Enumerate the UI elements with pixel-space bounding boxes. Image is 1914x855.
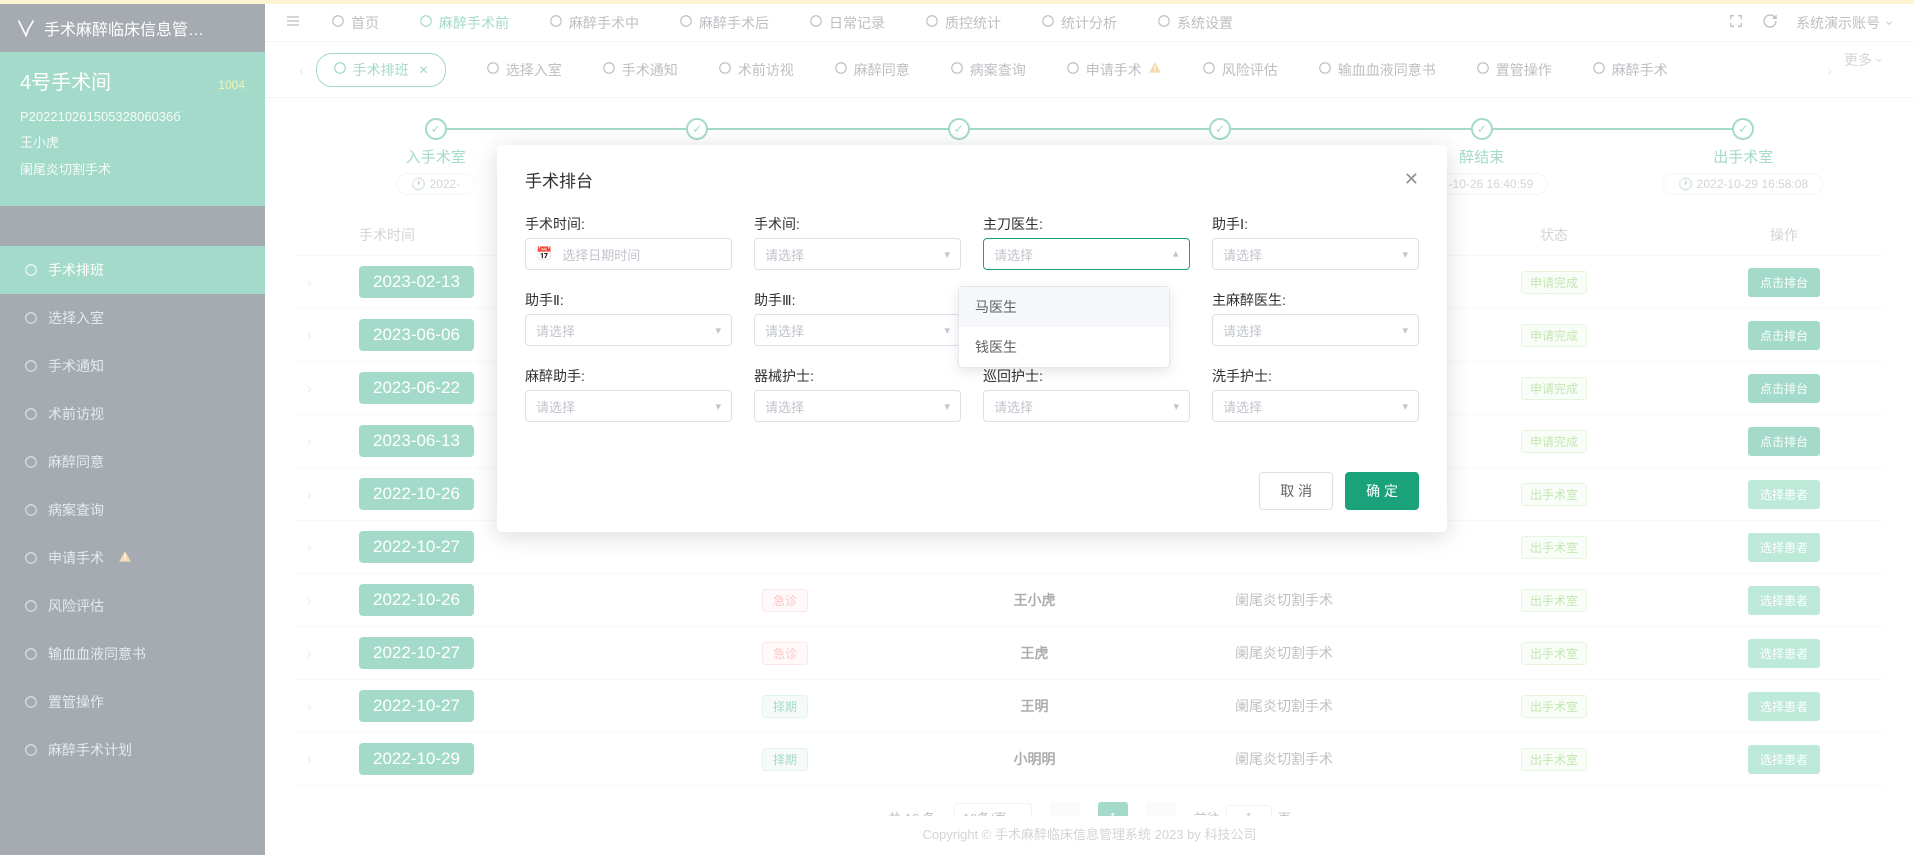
placeholder: 请选择 [994, 245, 1033, 264]
modal-title: 手术排台 [525, 167, 593, 192]
form-select[interactable]: 请选择 ▾ [754, 238, 961, 270]
chevron-down-icon: ▾ [944, 324, 950, 337]
chevron-down-icon: ▾ [1402, 248, 1408, 261]
placeholder: 请选择 [765, 321, 804, 340]
chevron-down-icon: ▾ [944, 400, 950, 413]
placeholder: 请选择 [1223, 397, 1262, 416]
form-select[interactable]: 📅 选择日期时间 [525, 238, 732, 270]
form-item-5: 助手Ⅲ: 请选择 ▾ [754, 290, 961, 346]
form-item-10: 巡回护士: 请选择 ▾ [983, 366, 1190, 422]
form-select[interactable]: 请选择 ▾ [525, 314, 732, 346]
form-label: 主刀医生: [983, 214, 1190, 234]
form-label: 助手Ⅰ: [1212, 214, 1419, 234]
confirm-button[interactable]: 确 定 [1345, 472, 1419, 510]
placeholder: 请选择 [1223, 321, 1262, 340]
form-item-2: 主刀医生: 请选择 ▾ [983, 214, 1190, 270]
form-item-4: 助手Ⅱ: 请选择 ▾ [525, 290, 732, 346]
form-select[interactable]: 请选择 ▾ [983, 390, 1190, 422]
dropdown-option[interactable]: 马医生 [959, 287, 1169, 327]
chevron-down-icon: ▾ [1402, 324, 1408, 337]
form-label: 器械护士: [754, 366, 961, 386]
form-label: 麻醉助手: [525, 366, 732, 386]
form-item-9: 器械护士: 请选择 ▾ [754, 366, 961, 422]
chevron-down-icon: ▾ [944, 248, 950, 261]
form-label: 洗手护士: [1212, 366, 1419, 386]
form-label: 助手Ⅲ: [754, 290, 961, 310]
form-select[interactable]: 请选择 ▾ [1212, 390, 1419, 422]
form-item-0: 手术时间: 📅 选择日期时间 [525, 214, 732, 270]
form-item-8: 麻醉助手: 请选择 ▾ [525, 366, 732, 422]
placeholder: 请选择 [765, 245, 804, 264]
calendar-icon: 📅 [536, 246, 552, 262]
form-select[interactable]: 请选择 ▾ [525, 390, 732, 422]
placeholder: 请选择 [1223, 245, 1262, 264]
form-item-11: 洗手护士: 请选择 ▾ [1212, 366, 1419, 422]
placeholder: 请选择 [536, 321, 575, 340]
placeholder: 选择日期时间 [562, 245, 640, 264]
form-label: 助手Ⅱ: [525, 290, 732, 310]
form-item-1: 手术间: 请选择 ▾ [754, 214, 961, 270]
form-select[interactable]: 请选择 ▾ [1212, 238, 1419, 270]
dropdown-option[interactable]: 钱医生 [959, 327, 1169, 367]
form-item-7: 主麻醉医生: 请选择 ▾ [1212, 290, 1419, 346]
chevron-down-icon: ▾ [715, 400, 721, 413]
chevron-down-icon: ▾ [715, 324, 721, 337]
chevron-down-icon: ▾ [1173, 248, 1179, 261]
chevron-down-icon: ▾ [1173, 400, 1179, 413]
close-icon[interactable]: ✕ [1404, 169, 1419, 190]
placeholder: 请选择 [536, 397, 575, 416]
form-label: 主麻醉医生: [1212, 290, 1419, 310]
placeholder: 请选择 [994, 397, 1033, 416]
doctor-dropdown: 马医生钱医生 [958, 286, 1170, 368]
form-select[interactable]: 请选择 ▾ [754, 390, 961, 422]
chevron-down-icon: ▾ [1402, 400, 1408, 413]
form-select[interactable]: 请选择 ▾ [983, 238, 1190, 270]
form-item-3: 助手Ⅰ: 请选择 ▾ [1212, 214, 1419, 270]
form-select[interactable]: 请选择 ▾ [1212, 314, 1419, 346]
form-label: 巡回护士: [983, 366, 1190, 386]
form-label: 手术间: [754, 214, 961, 234]
form-select[interactable]: 请选择 ▾ [754, 314, 961, 346]
cancel-button[interactable]: 取 消 [1259, 472, 1333, 510]
placeholder: 请选择 [765, 397, 804, 416]
form-label: 手术时间: [525, 214, 732, 234]
